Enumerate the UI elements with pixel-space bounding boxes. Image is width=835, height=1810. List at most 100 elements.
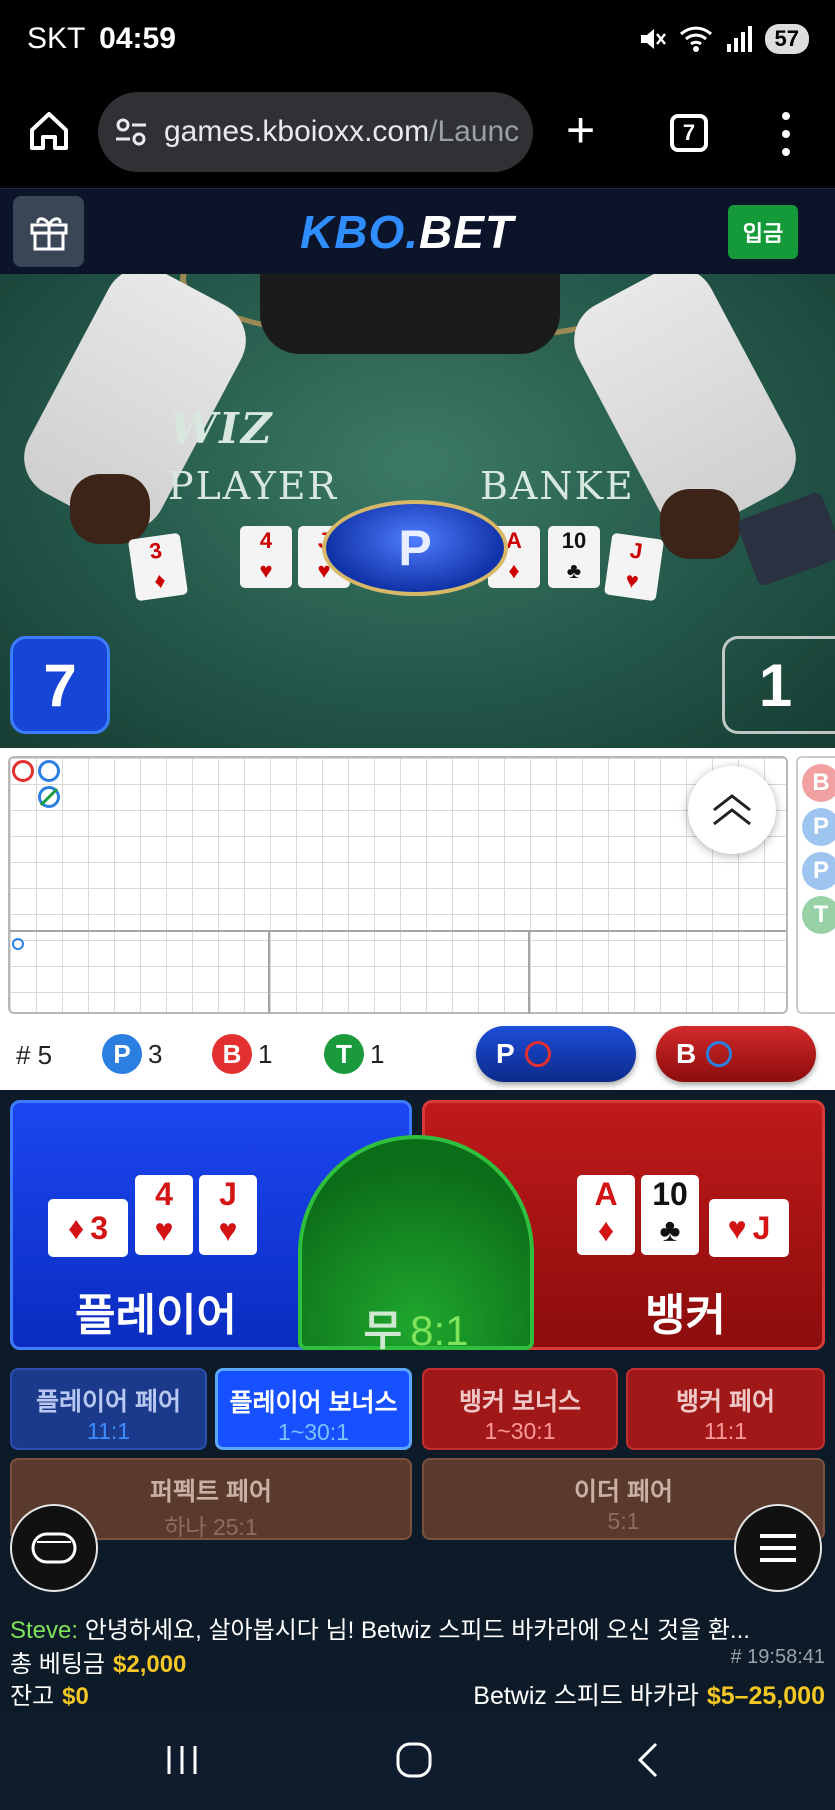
browser-menu-icon[interactable] [776,112,796,156]
wifi-icon [679,26,712,52]
site-header: KBO.BET 입금 [0,188,835,274]
card-suit: ♣ [659,1212,681,1248]
dealer-body [260,274,560,354]
player-card: ♦ 3 [48,1199,128,1257]
table-player-text: PLAYER [168,464,339,508]
chat-button[interactable] [10,1504,98,1592]
banker-bonus-bet[interactable]: 뱅커 보너스 1~30:1 [422,1368,618,1450]
tie-label-text: 무 [363,1307,403,1354]
side-bet-name: 뱅커 보너스 [459,1388,581,1416]
player-card: J ♥ [199,1175,257,1255]
table-info: Betwiz 스피드 바카라 $5–25,000 [473,1676,825,1712]
total-bet: 총 베팅금 $2,000 [10,1644,186,1679]
tab-switcher-button[interactable]: 7 [670,114,708,152]
back-icon[interactable] [634,1740,664,1780]
status-bar: SKT 04:59 57 [0,0,835,80]
system-nav-bar [0,1712,835,1810]
signal-icon [726,26,752,52]
gift-button[interactable] [13,196,84,267]
table-limits: $5–25,000 [706,1682,825,1710]
card-suit: ♥ [154,1212,174,1248]
roadmap-player-ring [38,760,60,782]
side-bet-name: 뱅커 페어 [676,1388,775,1416]
logo-accent: KBO. [300,206,419,258]
banker-wins-count: 1 [258,1038,273,1069]
carrier-name: SKT [27,22,85,55]
game-menu-button[interactable] [734,1504,822,1592]
card-rank: J [219,1176,237,1212]
roadmap-panel: B P P T [0,748,835,1020]
side-bet-name: 퍼펙트 페어 [150,1478,272,1506]
card-rank: 3 [90,1210,109,1246]
total-bet-value: $2,000 [113,1651,187,1678]
side-result: B [802,764,835,802]
tie-letter: T [324,1034,364,1074]
round-count: # 5 [16,1040,53,1070]
predict-banker-letter: B [676,1038,697,1069]
result-badge: P [322,500,508,596]
card-rank: 10 [652,1176,688,1212]
balance-value: $0 [62,1683,89,1710]
banker-letter: B [212,1034,252,1074]
player-bonus-bet[interactable]: 플레이어 보너스 1~30:1 [215,1368,412,1450]
table-card: 10 ♣ [548,526,600,588]
battery-indicator: 57 [764,24,809,54]
card-suit: ♦ [597,1212,615,1248]
chat-message: Steve: 안녕하세요, 살아봅시다 님! Betwiz 스피드 바카라에 오… [10,1610,750,1645]
predict-player-letter: P [496,1038,515,1069]
side-bet-odds: 1~30:1 [484,1418,556,1444]
player-wins-count: 3 [148,1038,163,1069]
status-time: 04:59 [99,22,176,55]
roadmap-divider [268,930,270,1014]
table-card: 4 ♥ [240,526,292,588]
player-score: 7 [10,636,110,734]
player-pair-bet[interactable]: 플레이어 페어 11:1 [10,1368,207,1450]
address-bar[interactable]: games.kboioxx.com/Launc [98,92,533,172]
home-icon[interactable] [26,108,72,154]
roadmap-side-list: B P P T [796,756,835,1014]
table-card: J♥ [603,532,665,602]
side-result: T [802,896,835,934]
table-brand: WIZ [170,404,274,453]
side-result: P [802,852,835,890]
side-bet-odds: 11:1 [703,1418,748,1444]
player-letter: P [102,1034,142,1074]
banker-score: 1 [722,636,835,734]
logo-main: BET [419,206,514,258]
expand-roadmap-button[interactable] [688,766,776,854]
banker-predict-button[interactable]: B [656,1026,816,1082]
status-carrier: SKT 04:59 [27,22,176,56]
roadmap-banker-ring [12,760,34,782]
url-host: games.kboioxx.com [164,115,430,148]
banker-card: 10 ♣ [641,1175,699,1255]
roadmap-player-ring [38,786,60,808]
deposit-button[interactable]: 입금 [728,205,798,259]
predict-ring [524,1041,551,1067]
side-bet-odds: 11:1 [86,1418,131,1444]
card-suit: ♥ [218,1212,238,1248]
side-bet-name: 이더 페어 [574,1478,673,1506]
card-suit: ♥ [727,1210,747,1246]
table-banker-text: BANKE [480,464,635,508]
url-path: /Launc [429,115,520,148]
new-tab-icon[interactable]: + [566,105,595,155]
round-id: # 19:58:41 [730,1646,825,1668]
roadmap-small-ring [12,938,24,950]
tie-slash-icon [39,787,59,807]
double-chevron-up-icon [713,794,751,826]
banker-pair-bet[interactable]: 뱅커 페어 11:1 [626,1368,825,1450]
site-settings-icon[interactable] [114,115,148,149]
recent-apps-icon[interactable] [164,1740,200,1780]
home-nav-icon[interactable] [394,1740,434,1780]
balance-label: 잔고 [10,1683,55,1710]
chat-text: 안녕하세요, 살아봅시다 님! Betwiz 스피드 바카라에 오신 것을 환.… [84,1617,750,1644]
site-logo[interactable]: KBO.BET [300,205,514,259]
roadmap-divider [528,930,530,1014]
banker-bet-label: 뱅커 [645,1291,726,1340]
tie-odds: 8:1 [410,1307,469,1354]
balance: 잔고 $0 [10,1676,89,1711]
mute-icon [640,29,666,49]
status-icons: 57 [637,24,809,54]
stats-bar: # 5 P 3 B 1 T 1 P B [0,1020,835,1090]
player-predict-button[interactable]: P [476,1026,636,1082]
